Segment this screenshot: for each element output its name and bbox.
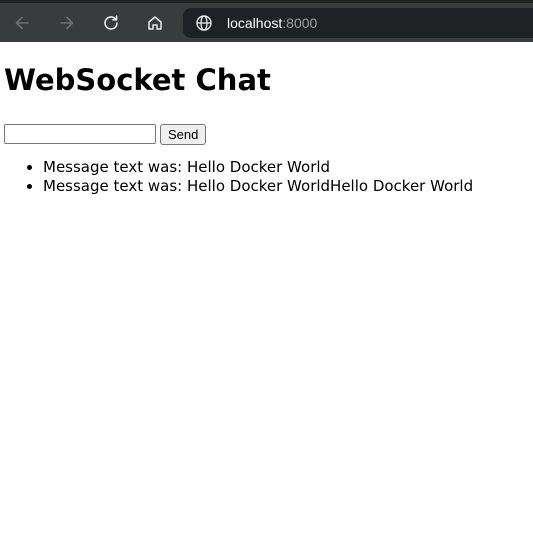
forward-arrow-icon <box>60 16 74 30</box>
list-item: Message text was: Hello Docker WorldHell… <box>43 177 473 196</box>
list-item: Message text was: Hello Docker World <box>43 158 473 177</box>
address-bar[interactable]: localhost:8000 <box>183 8 533 38</box>
browser-toolbar: localhost:8000 <box>0 0 533 42</box>
back-arrow-icon <box>15 16 29 30</box>
url-text: localhost:8000 <box>227 14 317 32</box>
reload-button[interactable] <box>96 8 126 38</box>
home-icon <box>148 16 162 30</box>
page-title: WebSocket Chat <box>4 63 271 97</box>
reload-icon <box>104 15 118 30</box>
forward-button[interactable] <box>52 8 82 38</box>
send-button[interactable]: Send <box>160 124 207 145</box>
url-port: :8000 <box>282 15 318 31</box>
message-list: Message text was: Hello Docker World Mes… <box>0 158 473 196</box>
message-input[interactable] <box>4 124 156 144</box>
page-content: WebSocket Chat Send Message text was: He… <box>0 42 533 534</box>
home-button[interactable] <box>140 8 170 38</box>
url-host: localhost <box>227 15 283 31</box>
back-button[interactable] <box>7 8 37 38</box>
globe-icon <box>196 15 212 31</box>
